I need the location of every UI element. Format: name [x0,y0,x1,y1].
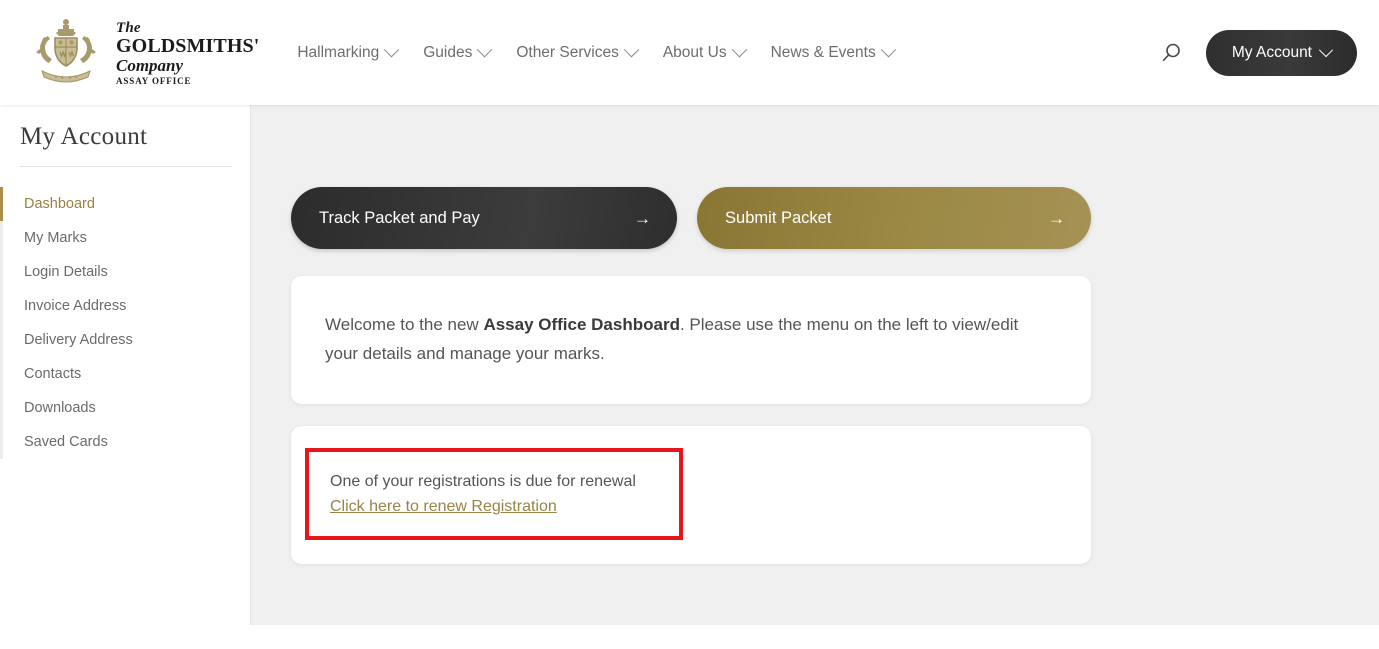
button-label: Track Packet and Pay [319,208,480,227]
nav-item-guides[interactable]: Guides [423,41,493,62]
my-account-button[interactable]: My Account [1205,29,1357,76]
welcome-card: Welcome to the new Assay Office Dashboar… [291,276,1091,405]
welcome-message: Welcome to the new Assay Office Dashboar… [325,310,1053,368]
action-buttons-row: Track Packet and Pay → Submit Packet → [291,187,1091,249]
button-label: Submit Packet [725,208,832,227]
nav-label: News & Events [770,43,876,61]
brand-company: Company [116,55,184,75]
nav-label: Hallmarking [297,43,380,61]
sidebar-divider [20,166,232,167]
sidebar-item-my-marks[interactable]: My Marks [0,221,250,255]
nav-item-hallmarking[interactable]: Hallmarking [297,41,400,62]
sidebar-item-label: Dashboard [24,196,95,212]
dashboard-content: Track Packet and Pay → Submit Packet → W… [250,105,1379,625]
brand-wordmark: The GOLDSMITHS' Company ASSAY OFFICE [116,19,259,86]
nav-label: About Us [662,43,727,61]
brand-subtitle: ASSAY OFFICE [116,75,192,86]
sidebar-item-label: Login Details [24,264,108,280]
sidebar-item-label: Contacts [24,366,82,382]
sidebar-item-label: Saved Cards [24,434,108,450]
renewal-message: One of your registrations is due for ren… [330,473,636,491]
content-inner: Track Packet and Pay → Submit Packet → W… [291,187,1091,565]
sidebar-item-login-details[interactable]: Login Details [0,255,250,289]
arrow-right-icon: → [634,208,652,228]
sidebar-item-label: Invoice Address [24,298,127,314]
track-packet-and-pay-button[interactable]: Track Packet and Pay → [291,187,678,249]
welcome-emphasis: Assay Office Dashboard [483,315,680,334]
arrow-right-icon: → [1048,208,1065,228]
sidebar-item-label: Downloads [24,400,96,416]
page-body: My Account Dashboard My Marks Login Deta… [0,105,1379,625]
brand-name: GOLDSMITHS' [116,35,260,58]
sidebar-item-invoice-address[interactable]: Invoice Address [0,289,250,323]
sidebar-item-dashboard[interactable]: Dashboard [0,187,250,221]
brand-the: The [116,19,141,36]
sidebar-item-label: Delivery Address [24,332,133,348]
nav-label: Guides [423,43,473,61]
sidebar-item-saved-cards[interactable]: Saved Cards [0,425,250,459]
renew-registration-link[interactable]: Click here to renew Registration [330,498,557,516]
my-account-label: My Account [1231,43,1312,61]
search-button[interactable] [1154,36,1188,70]
welcome-part1: Welcome to the new [325,315,484,334]
chevron-down-icon [383,41,400,58]
account-sidebar: My Account Dashboard My Marks Login Deta… [0,105,250,625]
chevron-down-icon [477,41,493,58]
sidebar-nav: Dashboard My Marks Login Details Invoice… [0,187,250,459]
chevron-down-icon [731,41,747,58]
sidebar-item-contacts[interactable]: Contacts [0,357,250,391]
search-icon [1162,43,1180,61]
renewal-card: One of your registrations is due for ren… [291,426,1091,565]
submit-packet-button[interactable]: Submit Packet → [697,187,1091,249]
chevron-down-icon [880,41,896,58]
chevron-down-icon [1318,42,1334,57]
nav-label: Other Services [516,43,619,61]
renewal-alert-box: One of your registrations is due for ren… [305,448,683,541]
nav-item-other-services[interactable]: Other Services [516,41,640,62]
nav-item-news-events[interactable]: News & Events [770,41,896,62]
sidebar-item-delivery-address[interactable]: Delivery Address [0,323,250,357]
nav-item-about-us[interactable]: About Us [662,41,747,62]
goldsmiths-crest-icon [36,18,96,83]
brand-logo[interactable]: The GOLDSMITHS' Company ASSAY OFFICE [28,16,259,90]
sidebar-title: My Account [20,123,148,150]
sidebar-item-downloads[interactable]: Downloads [0,391,250,425]
header-actions: My Account [1154,29,1357,76]
sidebar-item-label: My Marks [24,230,87,246]
site-header: The GOLDSMITHS' Company ASSAY OFFICE Hal… [0,0,1379,105]
main-navigation: Hallmarking Guides Other Services About … [297,41,896,62]
chevron-down-icon [623,41,640,58]
